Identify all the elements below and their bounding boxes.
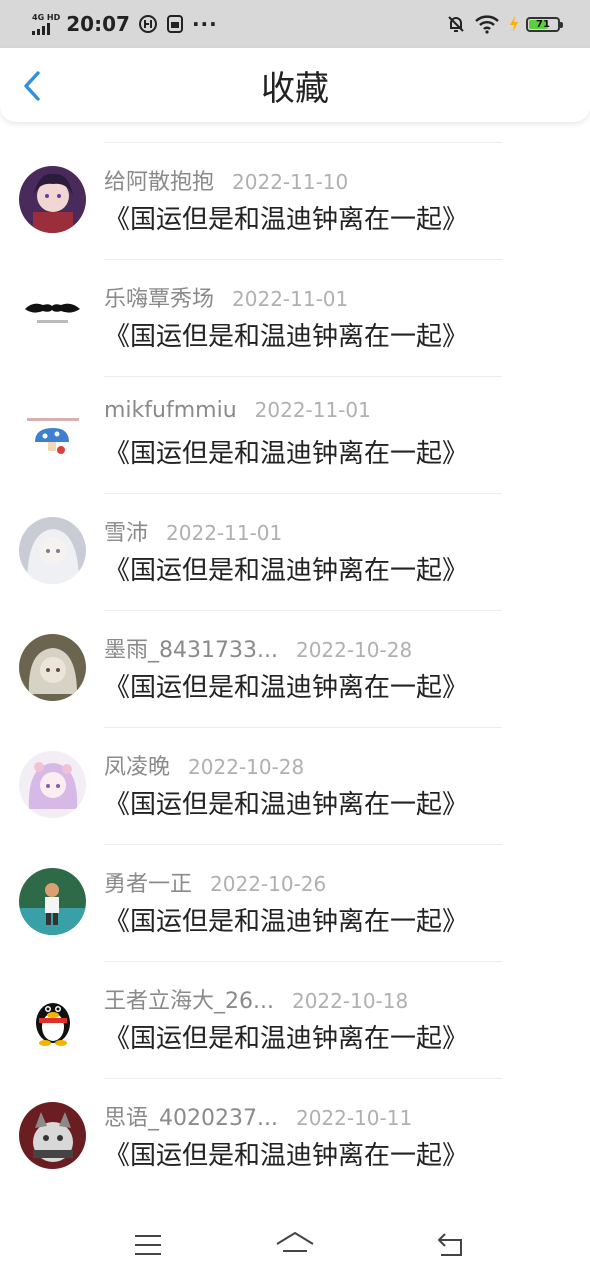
wifi-icon [474,14,500,34]
home-icon [276,1232,314,1252]
back-nav-button[interactable] [430,1228,470,1262]
post-date: 2022-10-18 [291,989,409,1013]
clock: 20:07 [66,12,130,36]
avatar[interactable] [19,868,86,935]
avatar[interactable] [19,166,86,233]
avatar[interactable] [19,985,86,1052]
signal-indicator: 4G HD [32,12,61,35]
favorite-item[interactable]: 雪沛 2022-11-01 《国运但是和温迪钟离在一起》 [0,493,590,610]
home-button[interactable] [275,1228,315,1262]
post-title: 《国运但是和温迪钟离在一起》 [104,907,469,937]
post-date: 2022-10-26 [210,872,327,896]
user-name: 王者立海大_26... [104,989,274,1014]
network-type: 4G HD [32,12,61,22]
system-nav-bar [0,1210,590,1280]
page-title: 收藏 [261,69,329,109]
avatar[interactable] [19,283,86,350]
user-name: 勇者一正 [104,872,193,897]
post-title: 《国运但是和温迪钟离在一起》 [104,322,469,352]
user-name: 思语_4020237... [104,1106,278,1131]
favorite-item[interactable]: 墨雨_8431733... 2022-10-28 《国运但是和温迪钟离在一起》 [0,610,590,727]
user-name: 给阿散抱抱 [104,170,215,195]
back-arrow-icon [438,1233,462,1256]
avatar[interactable] [19,751,86,818]
app-header: 收藏 [0,48,590,122]
post-title: 《国运但是和温迪钟离在一起》 [104,205,469,235]
battery-icon: 71 [526,16,563,32]
avatar[interactable] [19,634,86,701]
favorite-item[interactable]: 凤凌晚 2022-10-28 《国运但是和温迪钟离在一起》 [0,727,590,844]
post-date: 2022-11-01 [166,521,283,545]
avatar[interactable] [19,517,86,584]
user-name: 雪沛 [104,521,149,546]
favorite-item[interactable]: 勇者一正 2022-10-26 《国运但是和温迪钟离在一起》 [0,844,590,961]
post-date: 2022-10-11 [295,1106,413,1130]
favorite-item[interactable]: 给阿散抱抱 2022-11-10 《国运但是和温迪钟离在一起》 [0,142,590,259]
post-title: 《国运但是和温迪钟离在一起》 [104,790,469,820]
avatar[interactable] [19,1102,86,1169]
avatar[interactable] [19,400,86,467]
hd-call-icon [138,14,158,34]
post-title: 《国运但是和温迪钟离在一起》 [104,673,469,703]
post-date: 2022-11-01 [254,398,371,422]
post-date: 2022-11-01 [232,287,349,311]
user-name: 墨雨_8431733... [104,638,278,663]
post-date: 2022-11-10 [232,170,349,194]
battery-level: 71 [536,18,550,30]
post-title: 《国运但是和温迪钟离在一起》 [104,1024,469,1054]
menu-icon [135,1235,161,1255]
more-notifications-icon: ··· [191,12,218,36]
charging-icon [508,15,520,33]
sim-card-icon [166,14,184,34]
post-title: 《国运但是和温迪钟离在一起》 [104,1141,469,1171]
favorite-item[interactable]: 思语_4020237... 2022-10-11 《国运但是和温迪钟离在一起》 [0,1078,590,1195]
favorites-screen: 4G HD 20:07 ··· 71 收藏 给阿散抱抱 2022-11-10 《… [0,0,590,1280]
favorite-item[interactable]: mikfufmmiu 2022-11-01 《国运但是和温迪钟离在一起》 [0,376,590,493]
favorite-item[interactable]: 乐嗨覃秀场 2022-11-01 《国运但是和温迪钟离在一起》 [0,259,590,376]
user-name: 凤凌晚 [104,755,171,780]
menu-button[interactable] [128,1228,168,1262]
post-date: 2022-10-28 [295,638,413,662]
post-title: 《国运但是和温迪钟离在一起》 [104,439,469,469]
favorites-list: 给阿散抱抱 2022-11-10 《国运但是和温迪钟离在一起》 乐嗨覃秀场 20… [0,142,590,1195]
mute-bell-icon [446,14,466,34]
status-bar: 4G HD 20:07 ··· 71 [0,0,590,48]
post-date: 2022-10-28 [188,755,305,779]
signal-icon [32,22,50,35]
favorite-item[interactable]: 王者立海大_26... 2022-10-18 《国运但是和温迪钟离在一起》 [0,961,590,1078]
user-name: 乐嗨覃秀场 [104,287,215,312]
user-name: mikfufmmiu [104,398,237,423]
post-title: 《国运但是和温迪钟离在一起》 [104,556,469,586]
